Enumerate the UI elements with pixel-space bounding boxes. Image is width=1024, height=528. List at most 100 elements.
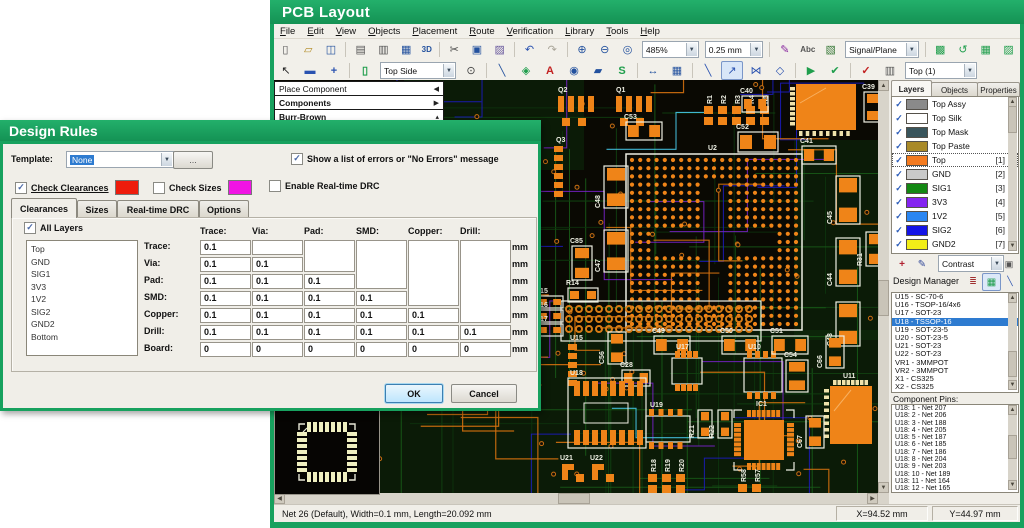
checkbox-icon[interactable]: ✓ — [24, 222, 36, 234]
zoom-in-icon[interactable]: ⊕ — [572, 40, 593, 59]
picture-icon[interactable]: ▧ — [820, 40, 841, 59]
layer-visible-check-icon[interactable]: ✓ — [892, 141, 906, 152]
matrix-cell[interactable]: 0 — [356, 342, 407, 357]
scroll-up-icon[interactable]: ▲ — [1008, 405, 1017, 415]
place-component-icon[interactable]: ▯ — [354, 61, 376, 80]
layer-visible-check-icon[interactable]: ✓ — [892, 253, 906, 255]
layer-row-1v2[interactable]: ✓1V2[5] — [892, 209, 1018, 223]
menu-item-view[interactable]: View — [330, 26, 362, 37]
chevron-down-icon[interactable]: ▼ — [161, 153, 172, 166]
drc-icon[interactable]: ✓ — [855, 61, 877, 80]
measure-icon[interactable]: ↔ — [642, 61, 664, 80]
menu-item-edit[interactable]: Edit — [301, 26, 329, 37]
tab-objects[interactable]: Objects — [931, 82, 978, 97]
dialog-tab-real-time-drc[interactable]: Real-time DRC — [117, 200, 199, 218]
component-list-item[interactable]: X2 - CS325 — [892, 383, 1018, 391]
titles-icon[interactable]: ▦ — [396, 40, 417, 59]
new-icon[interactable]: ▯ — [275, 40, 296, 59]
menu-item-route[interactable]: Route — [463, 26, 500, 37]
layer-row-bottom[interactable]: ✓Bottom[8] — [892, 251, 1018, 254]
pin-list-item[interactable]: U18: 6 - Net 185 — [892, 441, 1018, 448]
plane-type-combo[interactable]: Signal/Plane▼ — [845, 41, 919, 58]
place-arc-icon[interactable]: ◉ — [563, 61, 585, 80]
vscroll-thumb[interactable] — [1008, 105, 1017, 133]
contrast-combo[interactable]: Contrast▼ — [938, 255, 1004, 272]
layer-row-gnd2[interactable]: ✓GND2[7] — [892, 237, 1018, 251]
verify-icon[interactable]: ✔ — [824, 61, 846, 80]
scroll-up-icon[interactable]: ▲ — [878, 80, 889, 91]
layer-visible-check-icon[interactable]: ✓ — [892, 239, 906, 250]
place-line-icon[interactable]: ╲ — [491, 61, 513, 80]
matrix-cell[interactable]: 0 — [200, 342, 251, 357]
netlist-icon[interactable]: ▦ — [975, 40, 996, 59]
menu-item-objects[interactable]: Objects — [362, 26, 406, 37]
scroll-right-icon[interactable]: ▶ — [867, 493, 878, 504]
scroll-down-icon[interactable]: ▼ — [1008, 241, 1017, 251]
dialog-layer-item[interactable]: SIG1 — [31, 268, 133, 281]
save-icon[interactable]: ◫ — [321, 40, 342, 59]
hscroll-thumb[interactable] — [558, 493, 590, 504]
menu-item-placement[interactable]: Placement — [406, 26, 463, 37]
component-list-scrollbar[interactable]: ▲▼ — [1008, 293, 1017, 390]
pin-list-item[interactable]: U18: 9 - Net 203 — [892, 463, 1018, 470]
board-setup-icon[interactable]: ▨ — [998, 40, 1019, 59]
pin-list-item[interactable]: U18: 7 - Net 186 — [892, 449, 1018, 456]
place-text-icon[interactable]: A — [539, 61, 561, 80]
template-browse-button[interactable]: ... — [173, 151, 213, 169]
matrix-cell[interactable]: 0.1 — [356, 291, 407, 306]
layer-visible-check-icon[interactable]: ✓ — [892, 155, 906, 166]
layer-row-top-paste[interactable]: ✓Top Paste — [892, 139, 1018, 153]
print-icon[interactable]: ▤ — [350, 40, 371, 59]
find-icon[interactable]: ⊙ — [460, 61, 482, 80]
matrix-cell[interactable]: 0.1 — [200, 291, 251, 306]
pin-list-item[interactable]: U18: 2 - Net 206 — [892, 412, 1018, 419]
dialog-layer-item[interactable]: SIG2 — [31, 306, 133, 319]
checkbox-check-sizes[interactable]: Check Sizes — [153, 180, 252, 195]
menu-item-verification[interactable]: Verification — [501, 26, 559, 37]
pin-list-item[interactable]: U18: 3 - Net 188 — [892, 420, 1018, 427]
vscroll-thumb[interactable] — [1008, 435, 1017, 459]
open-icon[interactable]: ▱ — [298, 40, 319, 59]
pointer-tool-icon[interactable]: ↖ — [275, 61, 297, 80]
pin-list-item[interactable]: U18: 4 - Net 205 — [892, 427, 1018, 434]
dialog-layer-item[interactable]: Bottom — [31, 331, 133, 344]
matrix-cell[interactable]: 0.1 — [252, 308, 303, 323]
redo-icon[interactable]: ↷ — [542, 40, 563, 59]
zoom-out-icon[interactable]: ⊖ — [594, 40, 615, 59]
scroll-down-icon[interactable]: ▼ — [1008, 380, 1017, 390]
layer-row-3v3[interactable]: ✓3V3[4] — [892, 195, 1018, 209]
chevron-down-icon[interactable]: ▼ — [750, 43, 761, 56]
dialog-layer-item[interactable]: GND2 — [31, 318, 133, 331]
run-autorouter-icon[interactable]: ▶ — [800, 61, 822, 80]
trace-tool-icon[interactable]: ╲ — [697, 61, 719, 80]
text-style-button[interactable]: Abc — [797, 40, 818, 59]
chevron-down-icon[interactable]: ▼ — [906, 43, 917, 56]
checkbox-icon[interactable]: ✓ — [291, 153, 303, 165]
layer-row-sig1[interactable]: ✓SIG1[3] — [892, 181, 1018, 195]
canvas-vscrollbar[interactable]: ▲ ▼ — [878, 80, 889, 493]
edit-styles-icon[interactable]: ✎ — [774, 40, 795, 59]
table-icon[interactable]: ▦ — [666, 61, 688, 80]
view-3d-button[interactable]: 3D — [419, 40, 435, 59]
dm-patterns-icon[interactable]: ≣ — [965, 273, 981, 290]
place-polygon-icon[interactable]: ▰ — [587, 61, 609, 80]
menu-item-help[interactable]: Help — [634, 26, 666, 37]
scroll-up-icon[interactable]: ▲ — [1008, 293, 1017, 303]
board-side-combo[interactable]: Top Side▼ — [380, 62, 456, 79]
tab-layers[interactable]: Layers — [891, 80, 932, 97]
layer-visible-check-icon[interactable]: ✓ — [892, 169, 906, 180]
layer-visible-check-icon[interactable]: ✓ — [892, 225, 906, 236]
current-layer-combo[interactable]: Top (1)▼ — [905, 62, 977, 79]
paste-icon[interactable]: ▨ — [489, 40, 510, 59]
matrix-cell[interactable]: 0.1 — [408, 325, 459, 340]
vscroll-thumb[interactable] — [878, 280, 889, 316]
placement-item-place-component[interactable]: Place Component◀ — [274, 81, 444, 96]
fanout-icon[interactable]: ◇ — [769, 61, 791, 80]
dialog-layer-item[interactable]: 1V2 — [31, 293, 133, 306]
layer-stack-icon[interactable]: ▣ — [1001, 256, 1017, 273]
menu-item-file[interactable]: File — [274, 26, 301, 37]
show-errors-checkbox[interactable]: ✓ Show a list of errors or "No Errors" m… — [291, 153, 499, 165]
add-layer-button[interactable]: + — [893, 256, 911, 273]
pin-list-item[interactable]: U18: 12 - Net 165 — [892, 485, 1018, 492]
layer-visible-check-icon[interactable]: ✓ — [892, 183, 906, 194]
